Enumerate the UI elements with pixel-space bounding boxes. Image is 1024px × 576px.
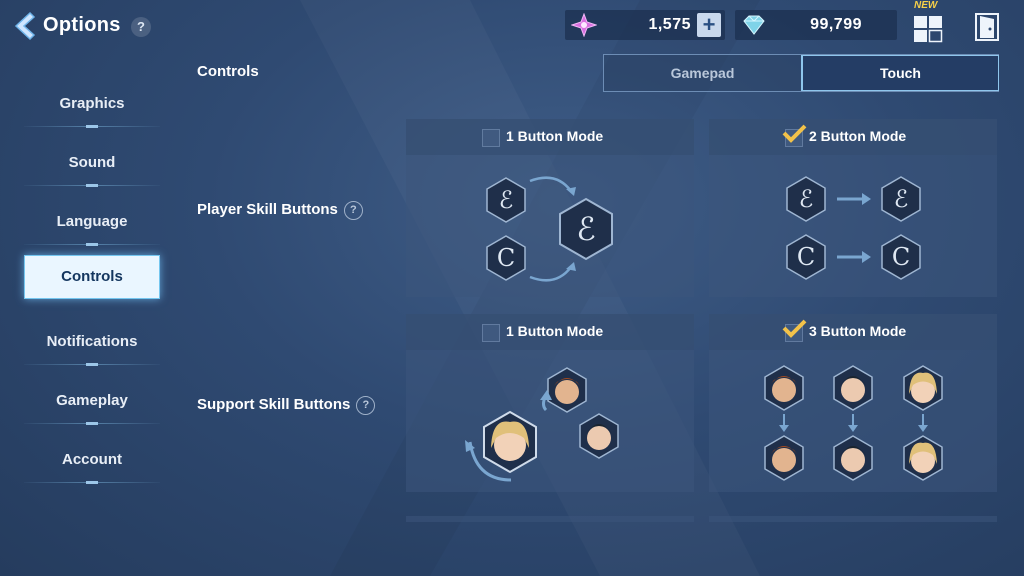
player-skill-1-button-option[interactable]: 1 Button Mode ℰ C ℰ <box>406 119 694 297</box>
add-gems-button[interactable]: + <box>697 13 721 37</box>
divider <box>24 481 160 484</box>
input-mode-toggle: Gamepad Touch <box>603 54 999 92</box>
option-header: 1 Button Mode <box>406 119 694 155</box>
sidebar-item-label: Sound <box>68 154 116 171</box>
svg-text:ℰ: ℰ <box>499 186 514 214</box>
help-icon[interactable]: ? <box>343 201 363 220</box>
checkmark-icon <box>782 319 807 338</box>
option-label: 1 Button Mode <box>506 323 604 339</box>
svg-text:ℰ: ℰ <box>576 210 595 248</box>
back-arrow-icon[interactable] <box>10 10 38 42</box>
portrait-blonde-large <box>483 410 537 474</box>
divider <box>24 125 160 128</box>
sidebar-item-controls[interactable]: Controls <box>24 255 160 299</box>
new-badge: NEW <box>914 0 938 11</box>
checkmark-icon <box>782 124 807 143</box>
sidebar-item-sound[interactable]: Sound <box>24 137 160 196</box>
divider <box>24 184 160 187</box>
support-skill-row-label: Support Skill Buttons? <box>197 396 376 415</box>
one-button-support-diagram <box>465 367 619 482</box>
svg-text:C: C <box>797 243 815 271</box>
skill-slot-combined: ℰ <box>559 198 613 260</box>
svg-text:C: C <box>497 244 515 272</box>
sidebar-item-label: Language <box>56 213 128 230</box>
pink-gem-icon <box>571 13 597 37</box>
option-header: 2 Button Mode <box>709 119 997 155</box>
option-label: 3 Button Mode <box>809 323 907 339</box>
gem-amount: 1,575 <box>648 16 691 33</box>
support-skill-3-button-option[interactable]: 3 Button Mode <box>709 314 997 492</box>
option-header: 1 Button Mode <box>406 314 694 350</box>
sidebar-item-graphics[interactable]: Graphics <box>24 78 160 137</box>
diamond-currency: 99,799 <box>735 10 897 40</box>
checkbox[interactable] <box>482 129 500 147</box>
diamond-amount: 99,799 <box>810 16 862 33</box>
sidebar-item-notifications[interactable]: Notifications <box>24 316 160 375</box>
svg-text:ℰ: ℰ <box>894 185 909 213</box>
sidebar-item-language[interactable]: Language <box>24 196 160 255</box>
sidebar-item-label: Account <box>62 451 122 468</box>
sidebar-item-label: Notifications <box>46 333 138 350</box>
top-bar: Options ? 1,575 + 99,799 NEW <box>0 0 1024 52</box>
svg-text:ℰ: ℰ <box>799 185 814 213</box>
menu-grid-icon[interactable] <box>913 13 943 43</box>
support-skill-1-button-option[interactable]: 1 Button Mode <box>406 314 694 492</box>
sidebar-item-label: Graphics <box>59 95 125 112</box>
exit-door-icon[interactable] <box>974 12 1000 42</box>
tab-touch[interactable]: Touch <box>801 55 999 91</box>
portrait-brown-hair <box>547 367 587 413</box>
sidebar: Graphics Sound Language Controls Notific… <box>24 78 160 493</box>
divider <box>24 422 160 425</box>
sidebar-item-account[interactable]: Account <box>24 434 160 493</box>
skill-slot-top: ℰ <box>486 177 526 223</box>
help-icon[interactable]: ? <box>131 17 151 37</box>
tab-gamepad[interactable]: Gamepad <box>604 55 801 91</box>
option-header: 3 Button Mode <box>709 314 997 350</box>
checkbox[interactable] <box>482 324 500 342</box>
two-button-skill-diagram: ℰ ℰ C C <box>786 176 921 280</box>
portrait-dark-hair <box>579 413 619 459</box>
sidebar-item-gameplay[interactable]: Gameplay <box>24 375 160 434</box>
one-button-skill-diagram: ℰ C ℰ <box>486 176 613 282</box>
option-label: 1 Button Mode <box>506 128 604 144</box>
option-label: 2 Button Mode <box>809 128 907 144</box>
help-icon[interactable]: ? <box>356 396 376 415</box>
svg-text:C: C <box>892 243 910 271</box>
diamond-icon <box>743 15 765 35</box>
three-button-support-diagram <box>764 365 943 481</box>
skill-slot-bottom: C <box>486 235 526 281</box>
player-skill-row-label: Player Skill Buttons? <box>197 201 363 220</box>
row-label-text: Player Skill Buttons <box>197 201 338 218</box>
page-title: Options <box>43 14 121 36</box>
divider <box>24 363 160 366</box>
sidebar-item-label: Controls <box>61 268 123 285</box>
next-option-panel-partial <box>406 516 694 522</box>
row-label-text: Support Skill Buttons <box>197 396 351 413</box>
next-option-panel-partial <box>709 516 997 522</box>
gem-currency: 1,575 + <box>565 10 725 40</box>
sidebar-item-label: Gameplay <box>56 392 128 409</box>
divider <box>24 243 160 246</box>
section-title: Controls <box>197 63 259 80</box>
player-skill-2-button-option[interactable]: 2 Button Mode ℰ ℰ C C <box>709 119 997 297</box>
